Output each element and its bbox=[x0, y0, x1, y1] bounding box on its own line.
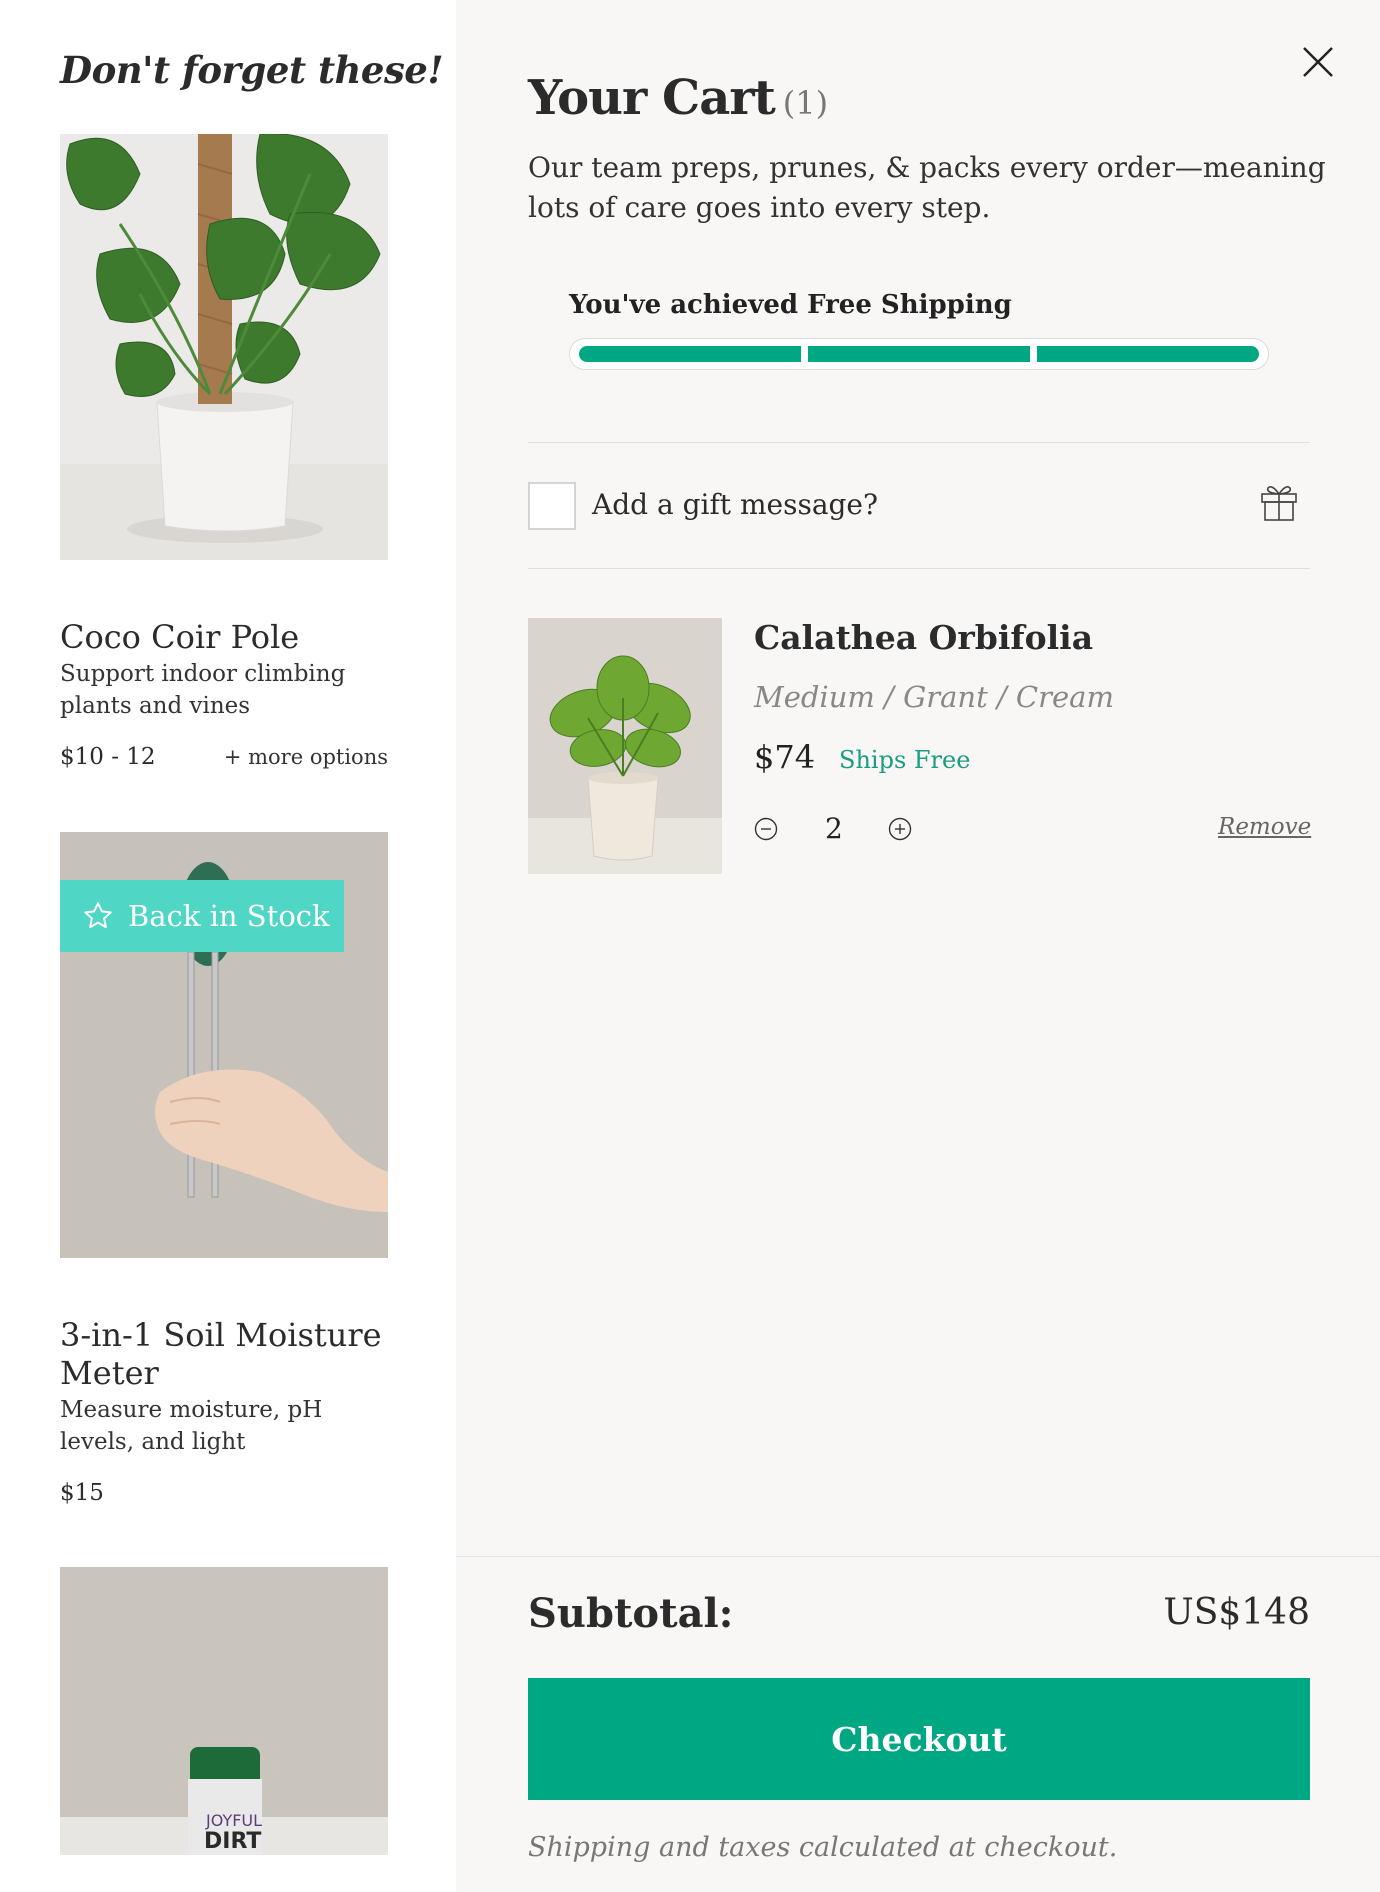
product-name[interactable]: 3-in-1 Soil Moisture Meter bbox=[60, 1316, 388, 1392]
divider bbox=[528, 442, 1310, 443]
cart-item-variant: Medium / Grant / Cream bbox=[754, 680, 1114, 714]
product-price: $10 - 12 bbox=[60, 744, 156, 770]
checkout-button[interactable]: Checkout bbox=[528, 1678, 1310, 1800]
footer-divider bbox=[456, 1556, 1380, 1557]
badge-label: Back in Stock bbox=[128, 899, 330, 933]
cart-item-price: $74 bbox=[754, 738, 816, 776]
progress-segment bbox=[808, 346, 1030, 362]
upsell-product-card[interactable]: Back in Stock 3-in-1 Soil Moisture Meter… bbox=[60, 832, 388, 1506]
subtotal-label: Subtotal: bbox=[528, 1590, 734, 1637]
progress-segment bbox=[1037, 346, 1259, 362]
close-icon bbox=[1303, 47, 1333, 77]
product-price: $15 bbox=[60, 1480, 104, 1506]
cart-item-image[interactable] bbox=[528, 618, 722, 874]
joyful-dirt-brand: DIRT bbox=[204, 1829, 262, 1854]
subtotal-value: US$148 bbox=[1163, 1592, 1310, 1633]
joyful-dirt-label: JOYFUL bbox=[206, 1811, 263, 1830]
soil-moisture-meter-image[interactable]: Back in Stock bbox=[60, 832, 388, 1258]
cart-title: Your Cart (1) bbox=[528, 70, 828, 126]
product-name[interactable]: Coco Coir Pole bbox=[60, 618, 388, 656]
cart-panel: Your Cart (1) Our team preps, prunes, & p… bbox=[456, 0, 1380, 1892]
cart-title-text: Your Cart bbox=[528, 70, 776, 126]
product-description: Support indoor climbing plants and vines bbox=[60, 661, 346, 719]
cart-count: (1) bbox=[782, 84, 829, 122]
gift-message-checkbox[interactable] bbox=[528, 482, 576, 530]
close-button[interactable] bbox=[1298, 42, 1338, 82]
cart-intro-text: Our team preps, prunes, & packs every or… bbox=[528, 151, 1326, 224]
gift-message-label[interactable]: Add a gift message? bbox=[592, 488, 878, 521]
cart-item-name[interactable]: Calathea Orbifolia bbox=[754, 618, 1093, 657]
free-shipping-progress-bar bbox=[569, 338, 1269, 370]
upsell-panel: Don't forget these! Coco Coir Pole Suppo… bbox=[0, 0, 456, 1892]
minus-circle-icon bbox=[754, 817, 778, 841]
divider bbox=[528, 568, 1310, 569]
star-icon bbox=[84, 902, 112, 929]
back-in-stock-badge: Back in Stock bbox=[60, 880, 344, 952]
upsell-product-card[interactable]: Coco Coir Pole Support indoor climbing p… bbox=[60, 134, 388, 770]
more-options-link[interactable]: + more options bbox=[224, 745, 388, 769]
progress-segment bbox=[579, 346, 801, 362]
quantity-increase-button[interactable] bbox=[888, 817, 912, 841]
quantity-decrease-button[interactable] bbox=[754, 817, 778, 841]
joyful-dirt-image[interactable]: JOYFUL DIRT bbox=[60, 1567, 388, 1855]
quantity-value: 2 bbox=[825, 812, 843, 845]
plus-circle-icon bbox=[888, 817, 912, 841]
ships-free-label: Ships Free bbox=[839, 746, 971, 774]
free-shipping-label: You've achieved Free Shipping bbox=[569, 290, 1012, 320]
upsell-product-card[interactable]: JOYFUL DIRT bbox=[60, 1567, 388, 1855]
remove-item-link[interactable]: Remove bbox=[1218, 814, 1311, 840]
shipping-taxes-note: Shipping and taxes calculated at checkou… bbox=[528, 1832, 1118, 1863]
coco-coir-pole-image[interactable] bbox=[60, 134, 388, 560]
gift-icon bbox=[1261, 486, 1297, 521]
product-description: Measure moisture, pH levels, and light bbox=[60, 1397, 323, 1455]
upsell-title: Don't forget these! bbox=[60, 48, 444, 92]
